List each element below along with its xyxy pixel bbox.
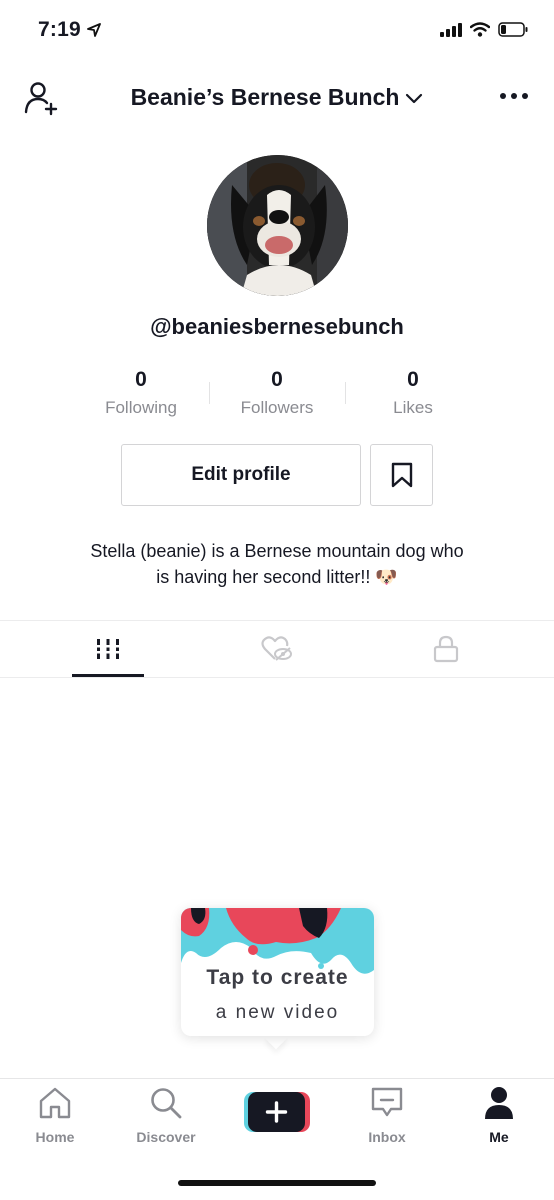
- page-title: Beanie’s Bernese Bunch: [130, 84, 400, 110]
- following-count: 0: [135, 368, 147, 391]
- chevron-down-icon: [406, 93, 423, 103]
- location-arrow-icon: [86, 23, 101, 37]
- following-label: Following: [105, 398, 177, 417]
- account-switcher[interactable]: Beanie’s Bernese Bunch: [0, 84, 554, 111]
- likes-stat[interactable]: 0 Likes: [345, 368, 481, 418]
- likes-label: Likes: [393, 398, 433, 417]
- home-icon: [39, 1087, 71, 1119]
- avatar[interactable]: [207, 155, 348, 296]
- favorites-button[interactable]: [370, 444, 433, 506]
- home-indicator[interactable]: [178, 1180, 376, 1186]
- plus-icon: [244, 1092, 310, 1132]
- nav-inbox[interactable]: Inbox: [337, 1086, 437, 1145]
- nav-home[interactable]: Home: [5, 1086, 105, 1145]
- followers-label: Followers: [240, 398, 314, 417]
- battery-icon: [498, 22, 528, 37]
- nav-label: Inbox: [368, 1129, 406, 1145]
- divider: [0, 1078, 554, 1079]
- tooltip-title: Tap to create: [206, 966, 349, 989]
- edit-profile-button[interactable]: Edit profile: [121, 444, 361, 506]
- inbox-icon: [371, 1087, 403, 1117]
- followers-count: 0: [271, 368, 283, 391]
- dog-photo: [207, 155, 348, 296]
- nav-label: Discover: [136, 1129, 196, 1145]
- search-icon: [151, 1088, 182, 1119]
- status-indicators: [440, 22, 528, 37]
- create-button[interactable]: [244, 1092, 310, 1137]
- following-stat[interactable]: 0 Following: [73, 368, 209, 418]
- nav-label: Me: [489, 1129, 509, 1145]
- bio-line: is having her second litter!! 🐶: [156, 567, 398, 587]
- more-options-button[interactable]: [500, 93, 528, 99]
- divider: [0, 677, 554, 678]
- nav-discover[interactable]: Discover: [116, 1086, 216, 1145]
- bookmark-icon: [391, 462, 412, 488]
- tab-videos[interactable]: [16, 621, 200, 677]
- cellular-signal-icon: [440, 22, 462, 37]
- more-dot-icon: [522, 93, 528, 99]
- bio: Stella (beanie) is a Bernese mountain do…: [40, 538, 514, 590]
- more-dot-icon: [511, 93, 517, 99]
- clock: 7:19: [38, 18, 81, 41]
- tab-private[interactable]: [354, 621, 538, 677]
- status-time: 7:19: [38, 18, 101, 42]
- nav-me[interactable]: Me: [449, 1086, 549, 1145]
- bio-line: Stella (beanie) is a Bernese mountain do…: [90, 541, 464, 561]
- username: @beaniesbernesebunch: [150, 314, 404, 339]
- nav-label: Home: [35, 1129, 75, 1145]
- followers-stat[interactable]: 0 Followers: [209, 368, 345, 418]
- wifi-icon: [470, 22, 490, 37]
- liked-hidden-icon: [261, 636, 292, 661]
- more-dot-icon: [500, 93, 506, 99]
- likes-count: 0: [407, 368, 419, 391]
- videos-grid-icon: [95, 639, 121, 659]
- lock-icon: [433, 635, 459, 663]
- tooltip-subtitle: a new video: [215, 1002, 340, 1023]
- profile-icon: [485, 1087, 513, 1119]
- tab-liked[interactable]: [185, 621, 369, 677]
